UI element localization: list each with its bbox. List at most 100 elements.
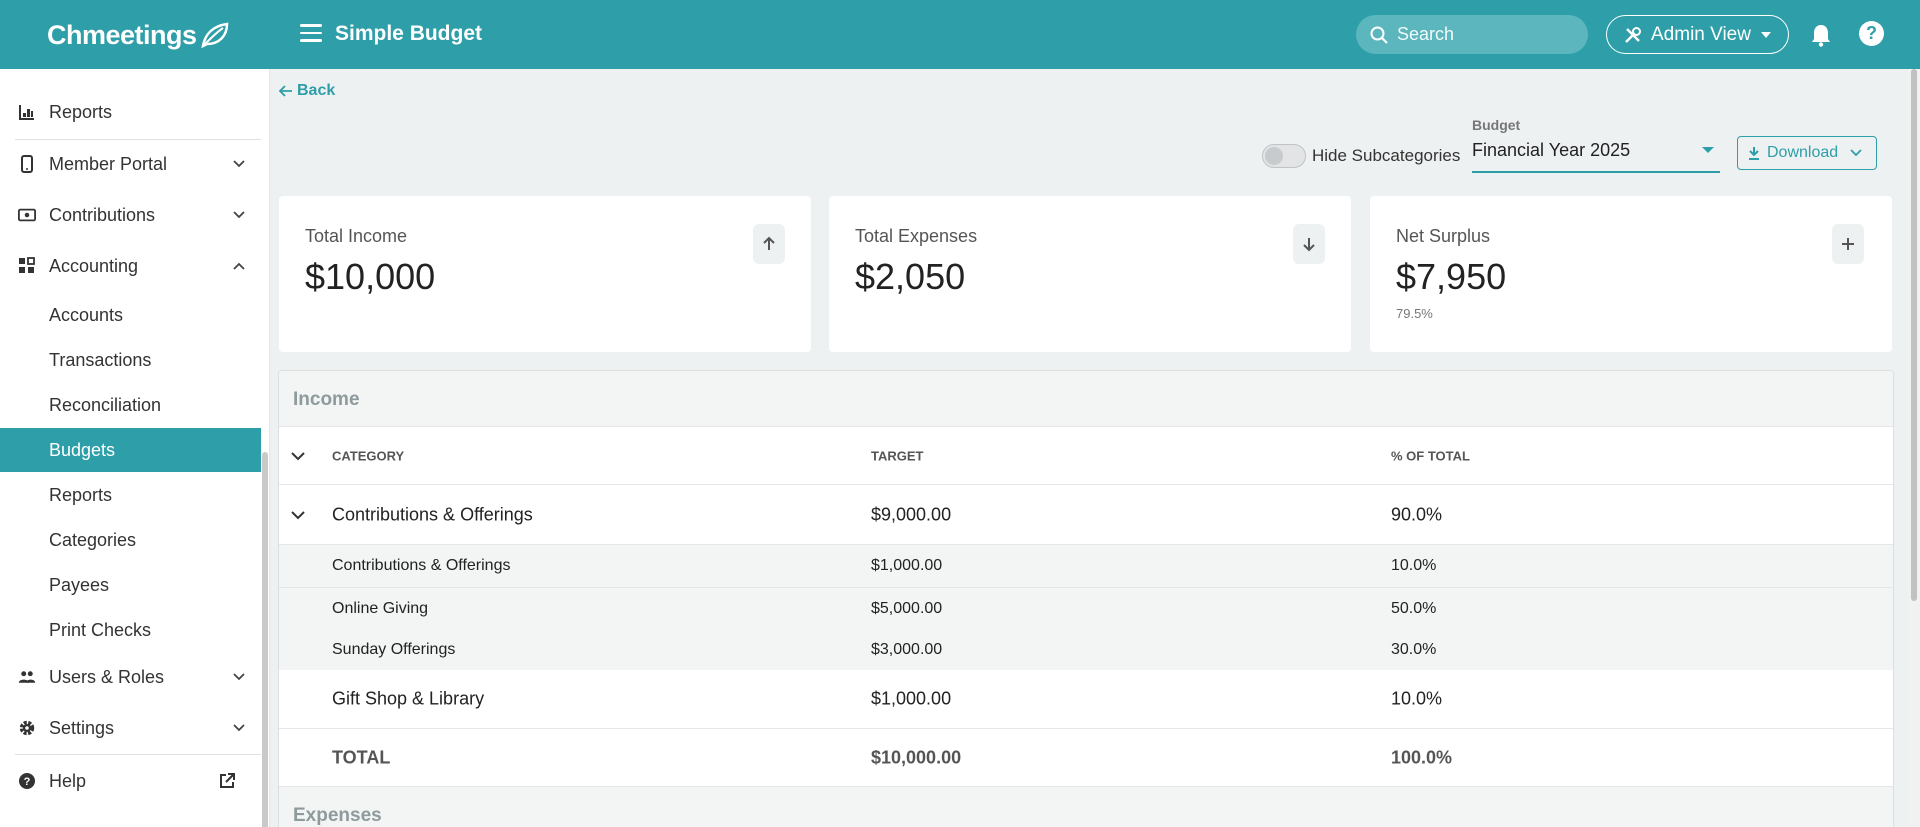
hide-subcategories-toggle[interactable]: Hide Subcategories xyxy=(1262,144,1460,168)
sidebar-sub-categories[interactable]: Categories xyxy=(0,518,261,562)
sidebar-item-member-portal[interactable]: Member Portal xyxy=(0,142,261,186)
sidebar-item-label: Settings xyxy=(49,717,115,738)
sidebar-item-settings[interactable]: Settings xyxy=(0,706,261,750)
caret-down-icon xyxy=(1702,147,1714,153)
arrow-down-icon xyxy=(1293,224,1325,264)
sidebar-sub-label: Reconciliation xyxy=(49,394,162,415)
grid-icon xyxy=(18,257,36,275)
admin-view-dropdown[interactable]: Admin View xyxy=(1606,15,1789,54)
svg-text:?: ? xyxy=(24,776,31,788)
caret-down-icon xyxy=(1760,31,1771,38)
card-amount: $10,000 xyxy=(305,256,436,297)
total-expenses-card: Total Expenses $2,050 xyxy=(829,196,1351,352)
external-link-icon xyxy=(220,773,235,788)
chevron-down-icon xyxy=(1850,149,1862,157)
bar-chart-icon xyxy=(18,103,36,121)
budget-select-label: Budget xyxy=(1472,117,1521,133)
cash-icon xyxy=(18,206,36,224)
sidebar-item-reports[interactable]: Reports xyxy=(0,90,261,134)
download-button[interactable]: Download xyxy=(1737,136,1877,170)
menu-toggle-icon[interactable] xyxy=(300,24,322,44)
budget-select[interactable]: Budget Financial Year 2025 xyxy=(1472,117,1720,173)
net-surplus-card: Net Surplus $7,950 79.5% xyxy=(1370,196,1892,352)
chevron-down-icon xyxy=(233,673,245,681)
sidebar-sub-reconciliation[interactable]: Reconciliation xyxy=(0,383,261,427)
sidebar-item-accounting[interactable]: Accounting xyxy=(0,244,261,288)
sidebar-sub-transactions[interactable]: Transactions xyxy=(0,338,261,382)
sidebar-sub-accounts[interactable]: Accounts xyxy=(0,293,261,337)
sidebar-sub-label: Budgets xyxy=(49,439,116,460)
card-amount: $7,950 xyxy=(1396,256,1507,297)
cell-total-label: TOTAL xyxy=(332,747,391,767)
total-income-card: Total Income $10,000 xyxy=(279,196,811,352)
arrow-up-icon xyxy=(753,224,785,264)
budget-select-value: Financial Year 2025 xyxy=(1472,140,1631,160)
cell-target: $3,000.00 xyxy=(871,640,943,658)
cell-target: $1,000.00 xyxy=(871,688,952,709)
sidebar-item-label: Help xyxy=(49,770,87,791)
chevron-up-icon xyxy=(233,262,245,270)
sidebar-sub-payees[interactable]: Payees xyxy=(0,563,261,607)
cell-total-target: $10,000.00 xyxy=(871,747,962,767)
column-header-category[interactable]: CATEGORY xyxy=(332,448,404,463)
cell-percent: 90.0% xyxy=(1391,504,1443,525)
download-icon xyxy=(1749,147,1759,160)
sidebar-sub-label: Accounts xyxy=(49,304,124,325)
help-icon: ? xyxy=(18,772,36,790)
page-scrollbar[interactable] xyxy=(1908,69,1920,827)
card-title: Net Surplus xyxy=(1396,226,1491,246)
search-box[interactable] xyxy=(1356,15,1588,54)
card-amount: $2,050 xyxy=(855,256,966,297)
logo[interactable]: Chmeetings xyxy=(47,17,231,53)
column-header-target[interactable]: TARGET xyxy=(871,448,923,463)
table-row[interactable]: Online Giving $5,000.00 50.0% xyxy=(279,588,1893,629)
sidebar-scrollbar[interactable] xyxy=(262,452,268,827)
chevron-down-icon xyxy=(233,160,245,168)
toggle-label: Hide Subcategories xyxy=(1312,146,1461,165)
search-input[interactable] xyxy=(1397,24,1567,45)
tools-icon xyxy=(1625,26,1641,43)
card-percent: 79.5% xyxy=(1396,306,1433,321)
section-title: Expenses xyxy=(293,805,382,826)
cell-category: Contributions & Offerings xyxy=(332,557,511,574)
collapse-row-icon[interactable] xyxy=(289,506,307,524)
cell-percent: 10.0% xyxy=(1391,557,1437,574)
toggle-switch[interactable] xyxy=(1262,144,1306,168)
table-row[interactable]: Contributions & Offerings $1,000.00 10.0… xyxy=(279,545,1893,588)
sidebar-sub-label: Categories xyxy=(49,529,137,550)
cell-category: Online Giving xyxy=(332,599,429,617)
sidebar-sub-print-checks[interactable]: Print Checks xyxy=(0,608,261,652)
column-header-percent[interactable]: % OF TOTAL xyxy=(1391,448,1470,463)
sidebar-sub-label: Print Checks xyxy=(49,619,152,640)
help-icon[interactable]: ? xyxy=(1859,21,1884,46)
income-section-header: Income xyxy=(279,371,1893,427)
table-row[interactable]: Sunday Offerings $3,000.00 30.0% xyxy=(279,629,1893,670)
bell-icon[interactable] xyxy=(1810,23,1832,47)
admin-view-label: Admin View xyxy=(1651,23,1751,45)
sidebar-item-contributions[interactable]: Contributions xyxy=(0,193,261,237)
collapse-all-icon[interactable] xyxy=(289,447,307,465)
sidebar-item-label: Member Portal xyxy=(49,153,168,174)
sidebar-sub-budgets[interactable]: Budgets xyxy=(0,428,261,472)
total-row: TOTAL $10,000.00 100.0% xyxy=(279,729,1893,787)
sidebar-sub-label: Transactions xyxy=(49,349,152,370)
sidebar-sub-label: Payees xyxy=(49,574,110,595)
logo-text: Chmeetings xyxy=(47,19,197,50)
chevron-down-icon xyxy=(233,211,245,219)
gear-icon xyxy=(18,719,36,737)
section-title: Income xyxy=(293,389,360,410)
sidebar-item-users-roles[interactable]: Users & Roles xyxy=(0,655,261,699)
app-title: Simple Budget xyxy=(335,22,483,45)
sidebar-item-label: Accounting xyxy=(49,255,139,276)
cell-percent: 30.0% xyxy=(1391,640,1437,658)
expenses-section-header: Expenses xyxy=(279,787,1893,827)
cell-category: Gift Shop & Library xyxy=(332,688,485,709)
sidebar-sub-reports[interactable]: Reports xyxy=(0,473,261,517)
table-row[interactable]: Gift Shop & Library $1,000.00 10.0% xyxy=(279,670,1893,729)
chevron-down-icon xyxy=(233,724,245,732)
table-row[interactable]: Contributions & Offerings $9,000.00 90.0… xyxy=(279,486,1893,545)
sidebar-item-help[interactable]: ? Help xyxy=(0,759,261,803)
cell-percent: 10.0% xyxy=(1391,688,1443,709)
sidebar-sub-label: Reports xyxy=(49,484,113,505)
back-link[interactable]: Back xyxy=(279,82,335,100)
